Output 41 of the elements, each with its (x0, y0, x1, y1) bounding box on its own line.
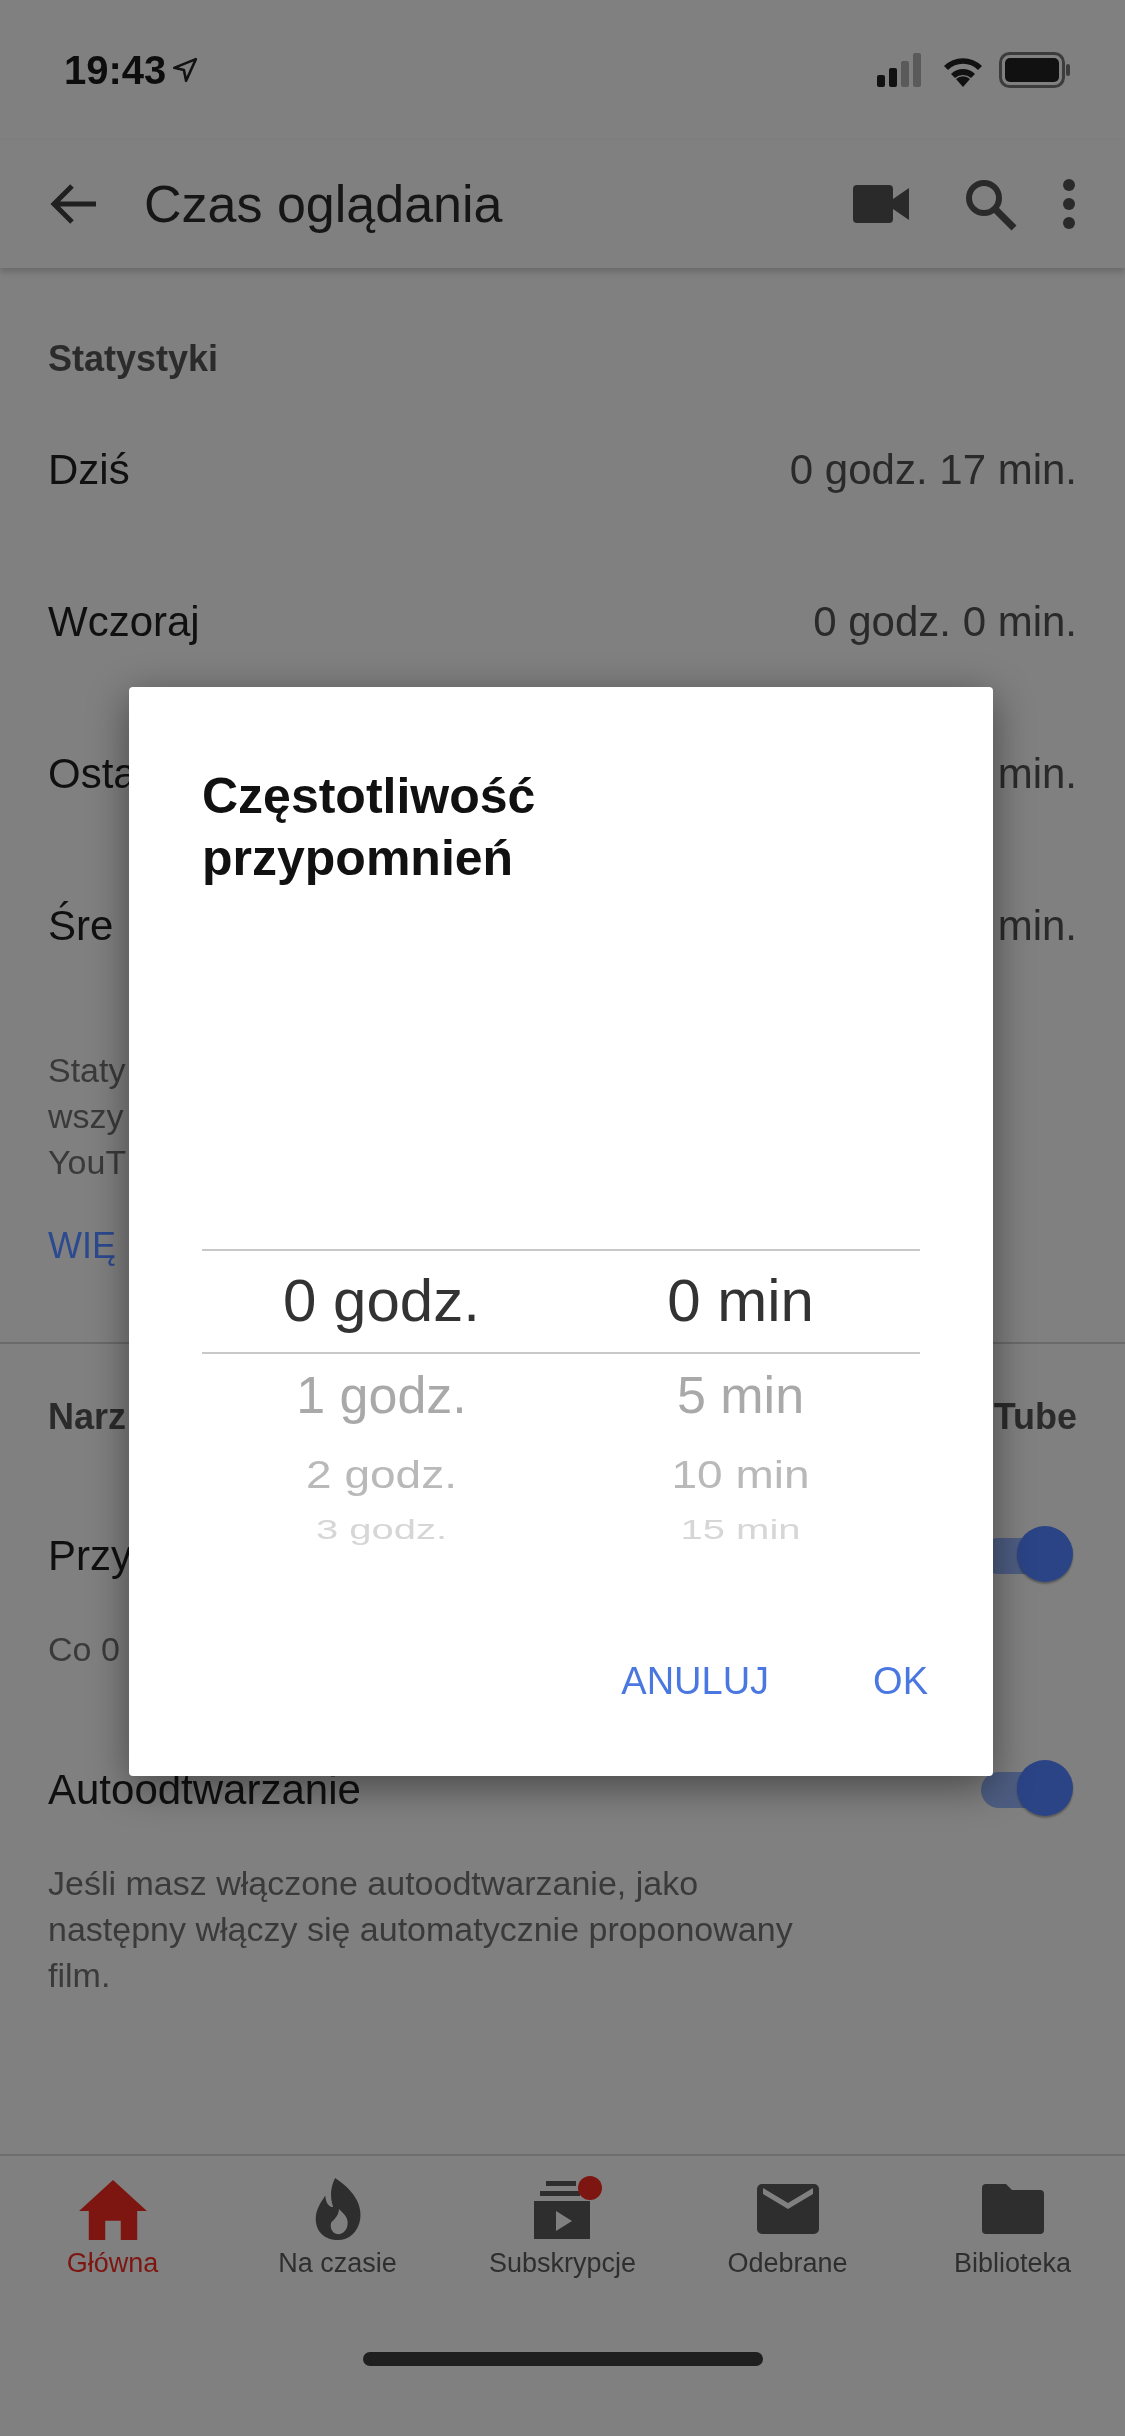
setting-description: Jeśli masz włączone autoodtwarzanie, jako (48, 1863, 700, 1904)
nav-tab[interactable]: Główna (12, 2178, 213, 2279)
nav-tab[interactable]: Odebrane (687, 2178, 888, 2279)
stat-value: 0 godz. 17 min. (789, 446, 1077, 494)
stat-label: Dziś (48, 446, 130, 494)
subscriptions-icon (533, 2178, 592, 2240)
picker-option[interactable]: 2 godz. (306, 1454, 457, 1494)
picker-option[interactable]: 10 min (671, 1454, 810, 1494)
battery-icon (999, 52, 1071, 88)
setting-description: Co 0 (48, 1629, 121, 1670)
house-icon (77, 2178, 148, 2240)
video-camera-icon[interactable] (853, 185, 909, 223)
stat-value: min. (997, 750, 1077, 798)
nav-tab[interactable]: Subskrypcje (462, 2178, 663, 2279)
nav-tab[interactable]: Na czasie (237, 2178, 438, 2279)
cancel-button[interactable]: ANULUJ (599, 1644, 792, 1719)
setting-label: Autoodtwarzanie (48, 1766, 361, 1814)
picker-option[interactable]: 5 min (676, 1369, 805, 1421)
picker-option[interactable]: 0 godz. (283, 1271, 480, 1331)
location-arrow-icon (172, 57, 199, 83)
description-text: Staty (48, 1050, 127, 1091)
section-heading: Tube (993, 1396, 1077, 1438)
stat-label: Śre (48, 902, 114, 950)
setting-label: Przy (48, 1532, 132, 1580)
picker-option[interactable]: 0 min (667, 1271, 814, 1331)
setting-description: następny włączy się automatycznie proponowany (48, 1909, 794, 1950)
more-options-icon[interactable] (1061, 178, 1077, 230)
stat-label: Wczoraj (48, 598, 200, 646)
page-title: Czas oglądania (144, 174, 503, 234)
status-time: 19:43 (64, 47, 167, 93)
description-text: wszy (48, 1096, 125, 1137)
stat-value: 0 godz. 0 min. (813, 598, 1077, 646)
description-text: YouT (48, 1142, 128, 1183)
search-icon[interactable] (963, 177, 1017, 231)
section-heading: Narz (48, 1396, 127, 1438)
ok-button[interactable]: OK (851, 1644, 950, 1719)
dialog-title: Częstotliwość przypomnień (202, 767, 537, 888)
stat-value: min. (997, 902, 1077, 950)
setting-description: film. (48, 1955, 112, 1996)
nav-tab[interactable]: Biblioteka (912, 2178, 1113, 2279)
section-heading: Statystyki (47, 338, 220, 380)
